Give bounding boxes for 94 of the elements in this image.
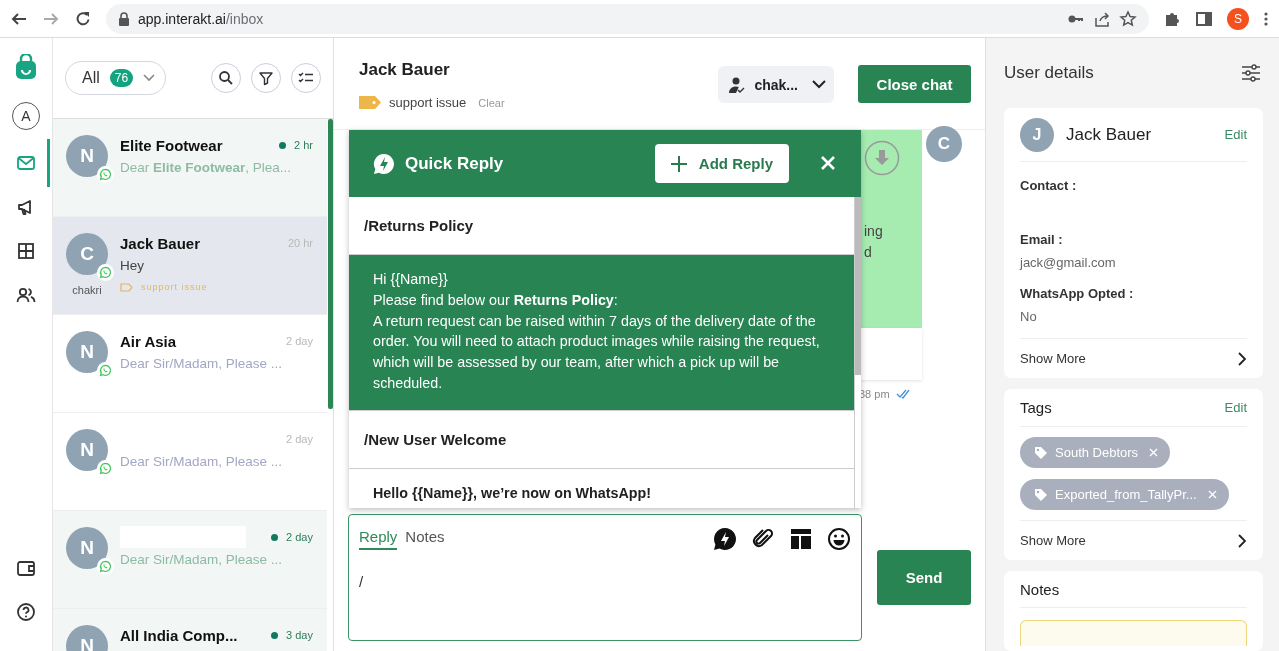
section-title: Notes	[1020, 581, 1247, 608]
reload-icon[interactable]	[74, 9, 92, 28]
scrollbar[interactable]	[328, 119, 333, 409]
composer-tab[interactable]: Reply	[359, 528, 398, 550]
tag-label: South Debtors	[1055, 445, 1139, 460]
sidebar-icon[interactable]	[1195, 9, 1213, 28]
quick-reply-title[interactable]: /New User Welcome	[349, 410, 854, 469]
quick-reply-text[interactable]: Hello {{Name}}, we’re now on WhatsApp!	[349, 468, 854, 508]
conversation-item[interactable]: N 2 day Dear Sir/Madam, Please ...	[53, 511, 327, 609]
message-input[interactable]: /	[359, 573, 852, 590]
whatsapp-icon	[97, 264, 114, 281]
url-text: app.interakt.ai/inbox	[138, 10, 264, 27]
scrollbar[interactable]	[855, 197, 861, 375]
field-label: Email :	[1020, 232, 1064, 247]
agent-name: chakri	[72, 284, 102, 296]
inbox-filter-dropdown[interactable]: All 76	[65, 61, 167, 95]
bag-logo-icon[interactable]	[14, 54, 38, 80]
field-label: WhatsApp Opted :	[1020, 286, 1135, 301]
user-avatar: J	[1020, 117, 1054, 152]
chevron-down-icon[interactable]	[812, 80, 826, 89]
filter-icon[interactable]	[258, 70, 274, 86]
message-preview: Dear Sir/Madam, Please ...	[120, 356, 284, 371]
search-icon[interactable]	[218, 70, 234, 86]
section-title: Tags	[1020, 399, 1052, 416]
whatsapp-icon	[97, 362, 114, 379]
tag-icon	[1034, 487, 1048, 502]
grid-icon[interactable]	[15, 240, 37, 262]
message-preview: Dear Elite Footwear, Plea...	[120, 160, 293, 175]
edit-link[interactable]: Edit	[1224, 127, 1247, 142]
field-value: jack@gmail.com	[1020, 255, 1116, 270]
star-icon[interactable]	[1119, 9, 1137, 28]
message-text: ing	[864, 222, 883, 241]
show-more-link[interactable]: Show More	[1020, 338, 1247, 378]
emoji-icon[interactable]	[827, 527, 852, 551]
unread-dot	[279, 141, 287, 149]
unread-dot	[271, 533, 279, 541]
search-button[interactable]	[211, 63, 241, 93]
message-time: 2 day	[286, 433, 313, 445]
contact-name: Jack Bauer	[359, 60, 451, 80]
assignee-dropdown[interactable]: chak...	[718, 66, 834, 103]
chevron-right-icon[interactable]	[1238, 351, 1247, 366]
tag-label: Exported_from_TallyPr...	[1055, 487, 1197, 502]
message-time: 2 day	[286, 335, 313, 347]
tag-icon	[1034, 445, 1048, 460]
close-chat-button[interactable]: Close chat	[858, 65, 971, 103]
lightning-bubble-icon[interactable]	[713, 527, 738, 551]
contact-avatar: C	[926, 126, 962, 162]
sliders-icon[interactable]	[1241, 64, 1261, 82]
tag-label: support issue	[141, 282, 208, 292]
template-icon[interactable]	[789, 527, 814, 551]
send-button[interactable]: Send	[877, 550, 971, 605]
panel-title: Quick Reply	[405, 153, 505, 174]
contact-name: All India Comp...	[120, 626, 239, 644]
composer-tab[interactable]: Notes	[405, 528, 445, 550]
whatsapp-icon	[97, 166, 114, 183]
message-preview: Hey	[120, 258, 145, 273]
conversation-item[interactable]: N Elite Footwear 2 hr Dear Elite Footwear, Plea...	[53, 119, 327, 217]
field-label: Contact :	[1020, 178, 1078, 193]
note-input[interactable]	[1020, 620, 1247, 646]
count-badge: 76	[109, 69, 134, 87]
help-icon[interactable]	[15, 601, 37, 623]
share-icon[interactable]	[1093, 9, 1111, 28]
message-time: 2 hr	[294, 139, 313, 151]
address-bar[interactable]: app.interakt.ai/inbox	[106, 3, 1149, 34]
quick-reply-text[interactable]: Hi {{Name}} Please find below our Returns Policy: A return request can be raised within 7 days of the delivery date of the order. You will need to attach product images while raising the request, which will be assessed by our team, after which a pick up will be scheduled.	[349, 255, 854, 411]
user-name: Jack Bauer	[1066, 124, 1153, 145]
field-value: No	[1020, 309, 1037, 324]
contact-name: Air Asia	[120, 332, 178, 350]
show-more-link[interactable]: Show More	[1020, 520, 1247, 560]
edit-link[interactable]: Edit	[1224, 400, 1247, 415]
user-check-icon[interactable]	[728, 75, 747, 94]
reply-composer[interactable]: Reply Notes /	[348, 514, 863, 641]
chevron-right-icon[interactable]	[1238, 533, 1247, 548]
lightning-bubble-icon	[373, 152, 395, 175]
unread-dot	[271, 631, 279, 639]
lock-icon	[118, 9, 130, 28]
tag-icon	[359, 96, 381, 109]
double-tick-icon	[895, 389, 912, 399]
message-preview: Dear Sir/Madam, Please ...	[120, 552, 284, 567]
checklist-button[interactable]	[291, 63, 321, 93]
whatsapp-icon	[97, 460, 114, 477]
message-preview: Dear Sir/Madam, Please ...	[120, 454, 284, 469]
message-time: 2 day	[286, 531, 313, 543]
plus-icon[interactable]	[670, 155, 687, 172]
message-time: 3 day	[286, 629, 313, 641]
add-reply-button[interactable]: Add Reply	[654, 144, 789, 183]
contact-name: Jack Bauer	[120, 234, 202, 252]
filter-button[interactable]	[251, 63, 281, 93]
tag-label: support issue	[389, 95, 467, 110]
tag-icon	[120, 282, 133, 292]
whatsapp-icon	[97, 558, 114, 575]
message-text: d	[864, 243, 873, 262]
panel-title: User details	[1004, 63, 1094, 83]
contact-name: Elite Footwear	[120, 136, 224, 154]
